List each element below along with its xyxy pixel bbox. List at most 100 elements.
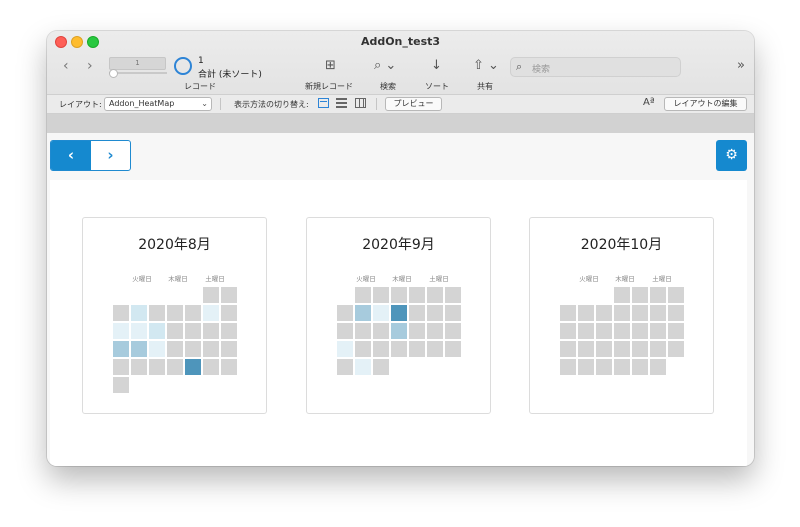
heatmap-day-cell[interactable]	[203, 323, 219, 339]
heatmap-day-cell[interactable]	[113, 377, 129, 393]
quick-find-search[interactable]: ⌕ 検索	[510, 57, 681, 77]
heatmap-day-cell[interactable]	[578, 359, 594, 375]
heatmap-day-cell[interactable]	[221, 323, 237, 339]
heatmap-day-cell[interactable]	[578, 323, 594, 339]
heatmap-day-cell[interactable]	[203, 359, 219, 375]
heatmap-day-cell[interactable]	[373, 287, 389, 303]
record-slider[interactable]	[109, 69, 167, 78]
heatmap-day-cell[interactable]	[221, 305, 237, 321]
heatmap-day-cell[interactable]	[221, 341, 237, 357]
heatmap-day-cell[interactable]	[578, 305, 594, 321]
heatmap-day-cell[interactable]	[337, 341, 353, 357]
heatmap-day-cell[interactable]	[373, 341, 389, 357]
heatmap-day-cell[interactable]	[427, 341, 443, 357]
heatmap-day-cell[interactable]	[668, 341, 684, 357]
heatmap-day-cell[interactable]	[596, 305, 612, 321]
heatmap-day-cell[interactable]	[632, 287, 648, 303]
heatmap-day-cell[interactable]	[113, 305, 129, 321]
heatmap-day-cell[interactable]	[113, 341, 129, 357]
heatmap-day-cell[interactable]	[167, 323, 183, 339]
heatmap-day-cell[interactable]	[632, 341, 648, 357]
heatmap-day-cell[interactable]	[445, 287, 461, 303]
heatmap-day-cell[interactable]	[445, 323, 461, 339]
heatmap-day-cell[interactable]	[185, 305, 201, 321]
next-record-icon[interactable]: ›	[87, 58, 93, 74]
heatmap-day-cell[interactable]	[131, 323, 147, 339]
heatmap-day-cell[interactable]	[409, 341, 425, 357]
heatmap-day-cell[interactable]	[560, 341, 576, 357]
sort-label[interactable]: ソート	[425, 81, 449, 92]
heatmap-day-cell[interactable]	[149, 305, 165, 321]
heatmap-day-cell[interactable]	[632, 305, 648, 321]
heatmap-day-cell[interactable]	[409, 323, 425, 339]
heatmap-day-cell[interactable]	[614, 341, 630, 357]
preview-button[interactable]: プレビュー	[385, 97, 442, 111]
previous-record-icon[interactable]: ‹	[63, 58, 69, 74]
heatmap-day-cell[interactable]	[650, 341, 666, 357]
heatmap-day-cell[interactable]	[337, 305, 353, 321]
edit-layout-button[interactable]: レイアウトの編集	[664, 97, 747, 111]
table-view-icon[interactable]	[355, 98, 366, 108]
form-view-icon[interactable]	[318, 98, 329, 108]
heatmap-day-cell[interactable]	[614, 323, 630, 339]
heatmap-day-cell[interactable]	[632, 359, 648, 375]
heatmap-day-cell[interactable]	[131, 359, 147, 375]
heatmap-day-cell[interactable]	[650, 287, 666, 303]
text-format-icon[interactable]: Aª	[643, 97, 655, 108]
new-record-icon[interactable]: ⊞	[325, 58, 336, 73]
heatmap-day-cell[interactable]	[668, 305, 684, 321]
sort-icon[interactable]: ↓	[431, 58, 442, 73]
heatmap-day-cell[interactable]	[650, 359, 666, 375]
heatmap-day-cell[interactable]	[596, 359, 612, 375]
heatmap-day-cell[interactable]	[445, 341, 461, 357]
find-label[interactable]: 検索	[380, 81, 396, 92]
heatmap-day-cell[interactable]	[668, 323, 684, 339]
heatmap-day-cell[interactable]	[203, 341, 219, 357]
heatmap-day-cell[interactable]	[391, 323, 407, 339]
heatmap-day-cell[interactable]	[560, 359, 576, 375]
heatmap-day-cell[interactable]	[391, 287, 407, 303]
list-view-icon[interactable]	[336, 98, 347, 108]
heatmap-day-cell[interactable]	[373, 305, 389, 321]
heatmap-day-cell[interactable]	[203, 305, 219, 321]
heatmap-day-cell[interactable]	[167, 305, 183, 321]
heatmap-day-cell[interactable]	[427, 305, 443, 321]
heatmap-day-cell[interactable]	[409, 305, 425, 321]
heatmap-day-cell[interactable]	[355, 359, 371, 375]
heatmap-day-cell[interactable]	[185, 359, 201, 375]
heatmap-day-cell[interactable]	[167, 341, 183, 357]
heatmap-day-cell[interactable]	[614, 359, 630, 375]
heatmap-day-cell[interactable]	[596, 341, 612, 357]
heatmap-day-cell[interactable]	[614, 305, 630, 321]
heatmap-day-cell[interactable]	[131, 305, 147, 321]
heatmap-day-cell[interactable]	[221, 287, 237, 303]
new-record-label[interactable]: 新規レコード	[305, 81, 353, 92]
heatmap-day-cell[interactable]	[355, 341, 371, 357]
heatmap-day-cell[interactable]	[409, 287, 425, 303]
heatmap-day-cell[interactable]	[427, 287, 443, 303]
heatmap-day-cell[interactable]	[355, 287, 371, 303]
heatmap-day-cell[interactable]	[668, 287, 684, 303]
heatmap-day-cell[interactable]	[560, 305, 576, 321]
previous-month-button[interactable]: ‹	[51, 141, 91, 170]
heatmap-day-cell[interactable]	[355, 323, 371, 339]
heatmap-day-cell[interactable]	[650, 305, 666, 321]
settings-button[interactable]: ⚙	[716, 140, 747, 171]
heatmap-day-cell[interactable]	[373, 323, 389, 339]
next-month-button[interactable]: ›	[91, 141, 130, 170]
heatmap-day-cell[interactable]	[427, 323, 443, 339]
heatmap-day-cell[interactable]	[149, 323, 165, 339]
heatmap-day-cell[interactable]	[113, 359, 129, 375]
heatmap-day-cell[interactable]	[560, 323, 576, 339]
heatmap-day-cell[interactable]	[614, 287, 630, 303]
heatmap-day-cell[interactable]	[131, 341, 147, 357]
heatmap-day-cell[interactable]	[149, 341, 165, 357]
heatmap-day-cell[interactable]	[445, 305, 461, 321]
toolbar-overflow-icon[interactable]: »	[737, 58, 745, 73]
heatmap-day-cell[interactable]	[203, 287, 219, 303]
heatmap-day-cell[interactable]	[113, 323, 129, 339]
heatmap-day-cell[interactable]	[167, 359, 183, 375]
heatmap-day-cell[interactable]	[337, 359, 353, 375]
heatmap-day-cell[interactable]	[185, 323, 201, 339]
heatmap-day-cell[interactable]	[632, 323, 648, 339]
